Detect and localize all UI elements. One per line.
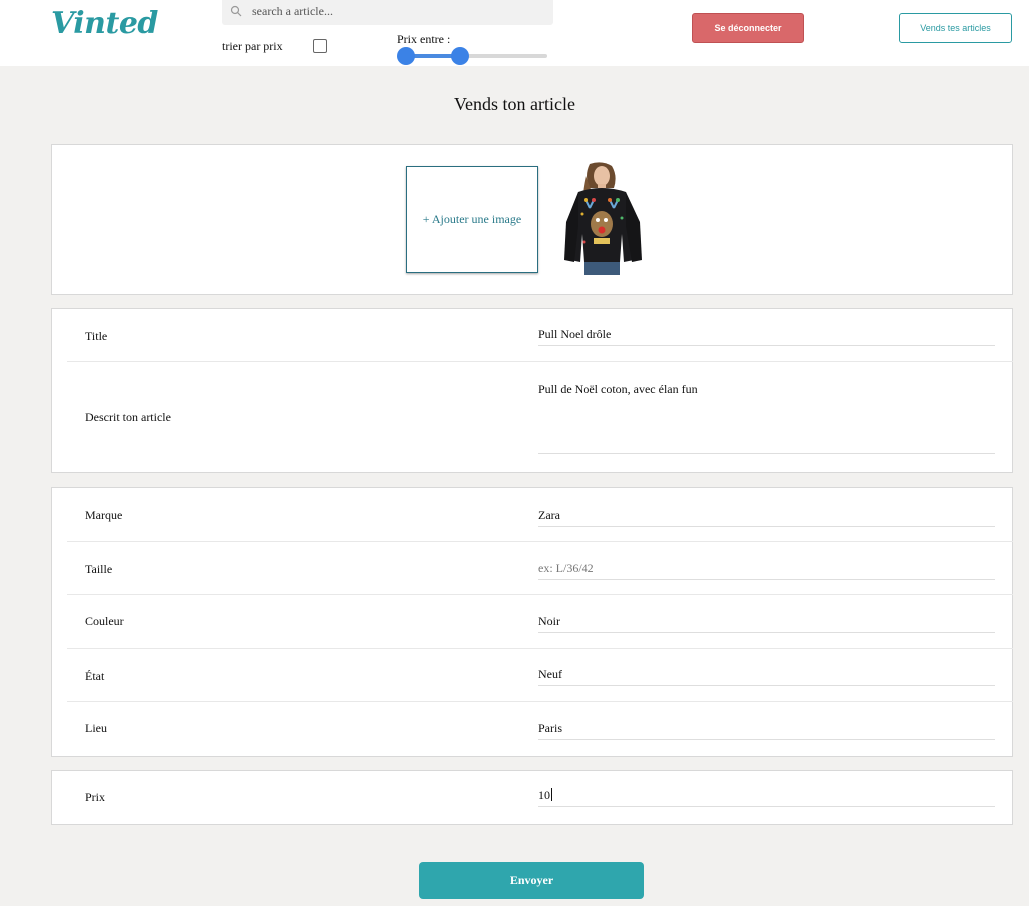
brand-label: Marque <box>85 508 123 522</box>
brand-input[interactable]: Zara <box>538 508 995 527</box>
text-cursor <box>551 788 552 801</box>
location-input[interactable]: Paris <box>538 721 995 740</box>
submit-button[interactable]: Envoyer <box>419 862 644 899</box>
vinted-logo[interactable]: Vinted <box>51 6 158 41</box>
search-input[interactable]: search a article... <box>222 0 553 25</box>
condition-label: État <box>85 669 105 683</box>
title-row: Title Pull Noel drôle <box>67 309 1013 362</box>
size-label: Taille <box>85 562 113 576</box>
price-slider-min-handle[interactable] <box>397 47 415 65</box>
title-input[interactable]: Pull Noel drôle <box>538 327 995 346</box>
brand-row: Marque Zara <box>67 488 1013 542</box>
color-row: Couleur Noir <box>67 595 1013 649</box>
price-range-label: Prix entre : <box>397 32 451 46</box>
sort-by-price-checkbox[interactable] <box>313 39 327 53</box>
search-icon <box>230 5 242 17</box>
condition-row: État Neuf <box>67 649 1013 702</box>
details-section: Title Pull Noel drôle Descrit ton articl… <box>51 308 1013 473</box>
description-row: Descrit ton article Pull de Noël coton, … <box>67 362 1013 473</box>
price-section: Prix 10 <box>51 770 1013 825</box>
title-label: Title <box>85 329 108 343</box>
location-row: Lieu Paris <box>67 702 1013 756</box>
size-input[interactable]: ex: L/36/42 <box>538 561 995 580</box>
attributes-section: Marque Zara Taille ex: L/36/42 Couleur N… <box>51 487 1013 757</box>
top-navbar: Vinted search a article... trier par pri… <box>0 0 1029 66</box>
price-value: 10 <box>538 788 550 802</box>
description-textarea[interactable]: Pull de Noël coton, avec élan fun <box>538 382 995 454</box>
condition-input[interactable]: Neuf <box>538 667 995 686</box>
color-label: Couleur <box>85 614 124 628</box>
sweater-photo[interactable] <box>560 162 644 275</box>
price-input[interactable]: 10 <box>538 788 995 807</box>
color-input[interactable]: Noir <box>538 614 995 633</box>
price-row: Prix 10 <box>67 771 1013 824</box>
page-title: Vends ton article <box>454 94 575 114</box>
sell-items-button[interactable]: Vends tes articles <box>899 13 1012 43</box>
price-label: Prix <box>85 790 106 804</box>
size-row: Taille ex: L/36/42 <box>67 542 1013 595</box>
sort-by-price-label: trier par prix <box>222 39 283 53</box>
add-image-button[interactable]: + Ajouter une image <box>406 166 538 273</box>
photo-section: + Ajouter une image <box>51 144 1013 295</box>
logout-button[interactable]: Se déconnecter <box>692 13 804 43</box>
description-label: Descrit ton article <box>85 410 171 424</box>
location-label: Lieu <box>85 721 107 735</box>
price-slider-max-handle[interactable] <box>450 47 469 65</box>
